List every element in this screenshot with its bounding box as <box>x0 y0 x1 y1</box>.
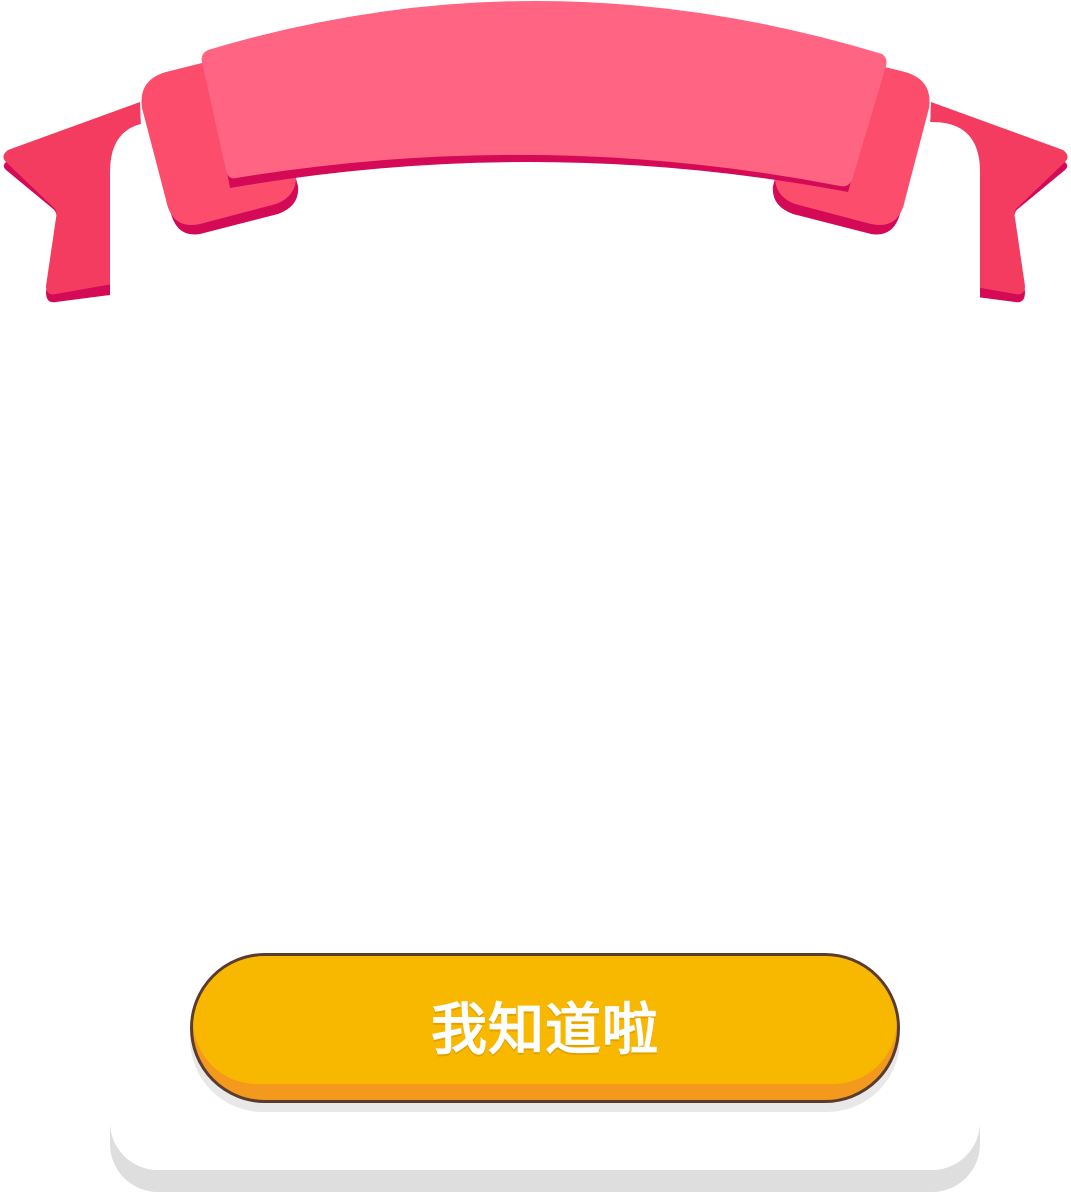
confirm-button[interactable]: 我知道啦 <box>190 953 900 1103</box>
ribbon-banner <box>3 0 1068 310</box>
reward-dialog: 我知道啦 <box>0 0 1071 1194</box>
confirm-button-label: 我知道啦 <box>431 998 659 1063</box>
